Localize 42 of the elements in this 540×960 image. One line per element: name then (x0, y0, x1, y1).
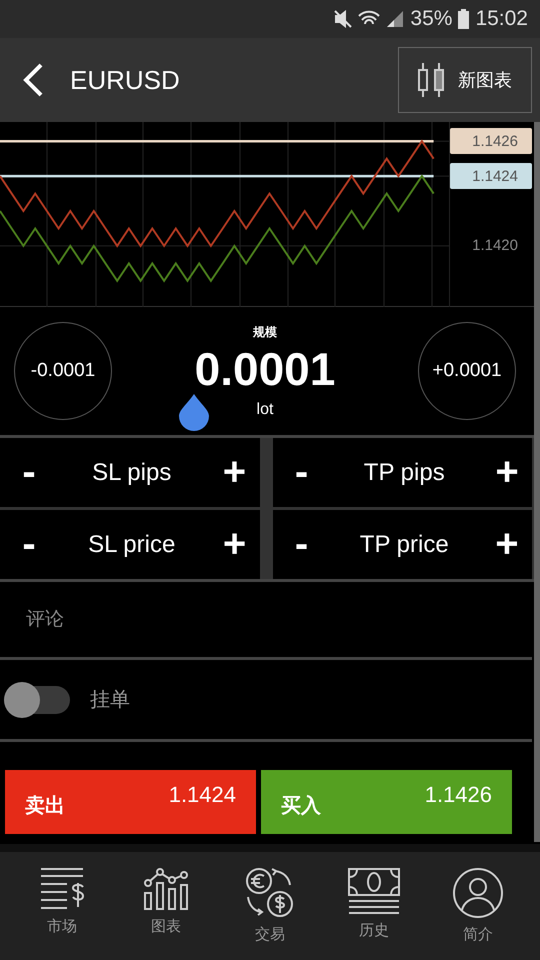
plus-button[interactable]: + (492, 450, 522, 495)
minus-button[interactable]: - (286, 522, 316, 567)
signal-icon (386, 10, 404, 28)
plus-button[interactable]: + (219, 450, 250, 495)
new-chart-button[interactable]: 新图表 (398, 47, 532, 113)
user-icon (452, 867, 504, 919)
stepper-label: SL pips (92, 458, 172, 486)
bar-chart-icon (143, 867, 189, 911)
nav-tab[interactable]: 交易 (225, 866, 315, 960)
list-dollar-icon (39, 867, 85, 911)
y-axis-label: 1.1426 (450, 128, 532, 154)
increase-lot-button[interactable]: +0.0001 (418, 322, 516, 420)
stepper-label: SL price (88, 530, 176, 558)
battery-percentage: 35% (410, 7, 452, 31)
lot-value: 0.0001 (194, 342, 336, 396)
stepper-label: TP pips (364, 458, 445, 486)
minus-button[interactable]: - (286, 450, 316, 495)
plus-button[interactable]: + (220, 522, 250, 567)
back-icon[interactable] (22, 63, 44, 97)
symbol-title: EURUSD (70, 64, 181, 96)
currency-exchange-icon (245, 867, 295, 919)
lot-caption: 规模 (252, 324, 277, 340)
y-axis-label: 1.1424 (450, 163, 532, 190)
lot-unit: lot (256, 400, 274, 418)
mute-icon (334, 10, 352, 28)
clock-time: 15:02 (475, 7, 528, 31)
nav-tab[interactable]: 市场 (17, 866, 107, 960)
minus-button[interactable]: - (14, 522, 44, 567)
decrease-lot-button[interactable]: -0.0001 (14, 322, 112, 420)
banknote-icon (347, 867, 401, 915)
candlestick-icon (418, 63, 444, 97)
sell-button[interactable]: 卖出 1.1424 (5, 770, 256, 834)
drop-handle-icon[interactable] (178, 393, 210, 431)
pending-order-label: 挂单 (90, 688, 130, 713)
nav-tab[interactable]: 图表 (121, 866, 211, 960)
nav-tab[interactable]: 历史 (329, 866, 419, 960)
minus-button[interactable]: - (14, 450, 44, 495)
stepper-label: TP price (360, 530, 449, 558)
nav-tab[interactable]: 简介 (433, 866, 523, 960)
plus-button[interactable]: + (492, 522, 522, 567)
battery-icon (458, 9, 470, 29)
y-axis-label: 1.1420 (471, 236, 519, 256)
